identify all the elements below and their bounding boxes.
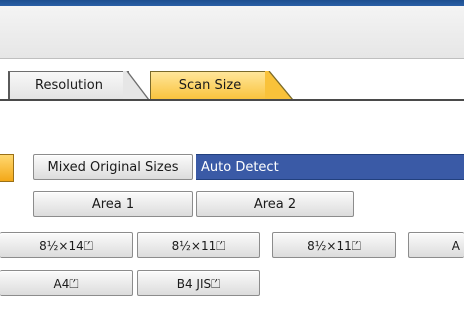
size-b4-jis-label: B4 JIS⏍: [176, 277, 221, 291]
size-b4-jis-button[interactable]: B4 JIS⏍: [137, 270, 260, 296]
size-8-5x11-portrait-label: 8½×11⏍: [171, 239, 226, 253]
tab-bar: Resolution Scan Size: [0, 71, 464, 100]
tab-underline: [0, 99, 464, 101]
size-8-5x11-portrait-button[interactable]: 8½×11⏍: [137, 232, 260, 258]
area-2-button[interactable]: Area 2: [196, 191, 354, 217]
left-selected-marker[interactable]: [0, 154, 14, 182]
tab-resolution-edge: [123, 71, 149, 100]
size-a-label: A: [451, 239, 460, 253]
area-2-label: Area 2: [253, 197, 297, 212]
auto-detect-field[interactable]: Auto Detect: [196, 154, 464, 180]
area-1-button[interactable]: Area 1: [33, 191, 193, 217]
tab-scan-size-label: Scan Size: [178, 78, 242, 93]
size-a4-button[interactable]: A4⏍: [0, 270, 133, 296]
size-a4-label: A4⏍: [53, 277, 79, 291]
size-8-5x11-landscape-label: 8½×11⏍: [307, 239, 361, 253]
size-a-button[interactable]: A: [408, 232, 464, 258]
tab-scan-size-edge: [265, 71, 293, 100]
size-8-5x14-label: 8½×14⏍: [39, 239, 93, 253]
mixed-original-sizes-button[interactable]: Mixed Original Sizes: [33, 154, 193, 180]
mixed-original-sizes-label: Mixed Original Sizes: [47, 160, 179, 175]
size-8-5x14-button[interactable]: 8½×14⏍: [0, 232, 133, 258]
area-1-label: Area 1: [91, 197, 135, 212]
header-strip: [0, 6, 464, 59]
tab-resolution[interactable]: Resolution: [8, 71, 129, 100]
tab-scan-size[interactable]: Scan Size: [150, 71, 270, 100]
auto-detect-label: Auto Detect: [201, 160, 279, 175]
size-8-5x11-landscape-button[interactable]: 8½×11⏍: [272, 232, 396, 258]
tab-resolution-label: Resolution: [35, 78, 103, 93]
